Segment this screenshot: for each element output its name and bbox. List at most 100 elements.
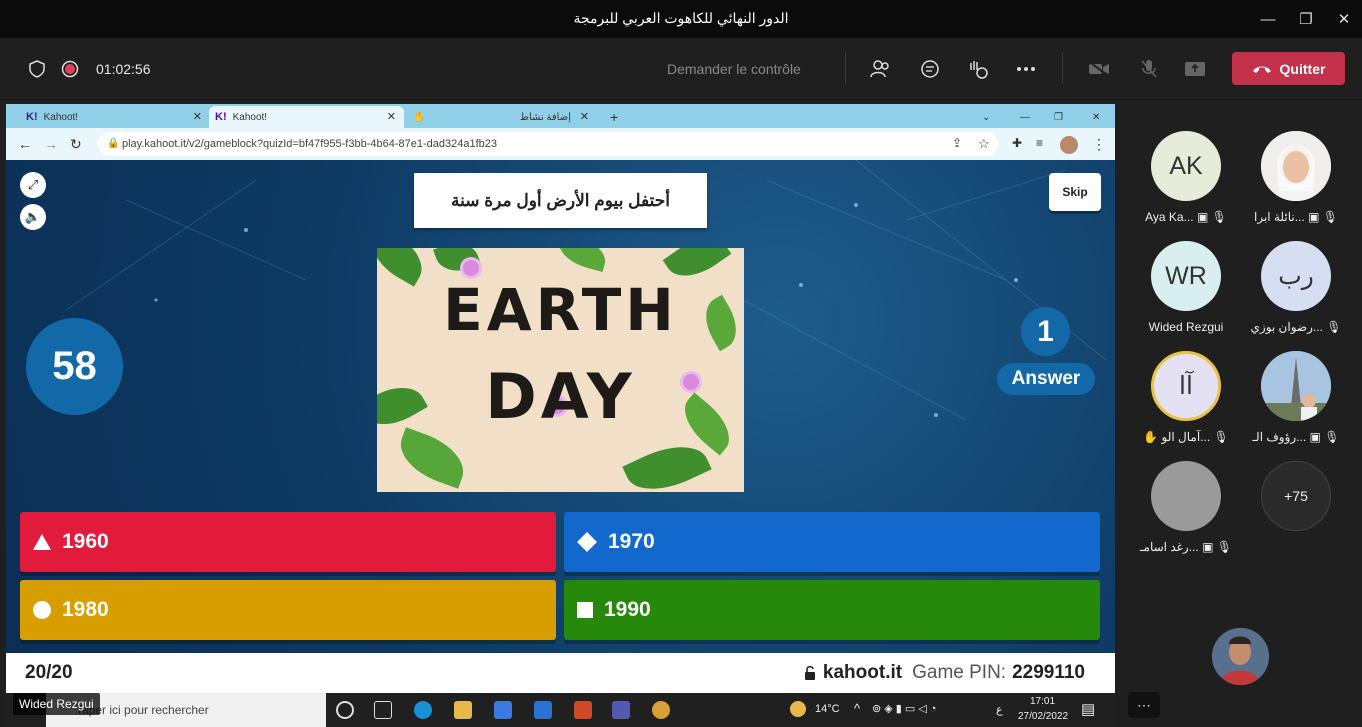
profile-avatar[interactable] (1060, 136, 1078, 154)
game-pin-info: kahoot.it Game PIN: 2299110 (803, 662, 1085, 684)
taskbar-date: 27/02/2022 (1018, 711, 1069, 722)
avatar (1261, 131, 1331, 201)
minimize-icon[interactable]: — (1250, 6, 1286, 32)
kahoot-game-area: ⤢ 🔈 أحتفل بيوم الأرض أول مرة سنة Skip 58… (6, 160, 1115, 693)
avatar: +75 (1261, 461, 1331, 531)
participant-tile[interactable]: رؤوف الـ... ▣ 🎙 (1241, 351, 1351, 461)
back-icon[interactable]: ← (18, 136, 32, 152)
participant-tile[interactable]: رغد اسامـ... ▣ 🎙 (1131, 461, 1241, 571)
answer-option-4[interactable]: 1990 (564, 580, 1100, 640)
new-tab-icon[interactable]: + (604, 106, 618, 128)
fullscreen-icon[interactable]: ⤢ (20, 172, 46, 198)
close-tab-icon[interactable]: ✕ (387, 110, 396, 123)
participant-tile[interactable]: WR Wided Rezgui (1131, 241, 1241, 351)
chrome-icon[interactable] (652, 701, 670, 719)
extensions-icon[interactable]: ✚ (1012, 136, 1022, 150)
participant-tile[interactable]: AK Aya Ka... ▣ 🎙 (1131, 131, 1241, 241)
shield-icon[interactable] (26, 58, 48, 80)
reload-icon[interactable]: ↻ (70, 136, 82, 153)
cortana-icon[interactable] (336, 701, 354, 719)
request-control-button[interactable]: Demander le contrôle (667, 61, 801, 77)
window-titlebar: الدور النهائي للكاهوت العربي للبرمجة — ❐… (0, 0, 1362, 38)
reading-list-icon[interactable]: ≡ (1036, 136, 1043, 150)
edge-icon[interactable] (414, 701, 432, 719)
share-page-icon[interactable]: ⇪ (952, 136, 962, 150)
participants-panel: نائلة ابرا... ▣ 🎙 AK Aya Ka... ▣ 🎙 رب رض… (1120, 100, 1362, 690)
task-view-icon[interactable] (374, 701, 392, 719)
office-icon[interactable] (574, 701, 592, 719)
share-screen-icon[interactable] (1184, 58, 1206, 80)
close-tab-icon[interactable]: ✕ (580, 110, 589, 123)
mic-off-icon[interactable] (1138, 58, 1160, 80)
tab-label: Kahoot! (232, 111, 268, 123)
participant-name: رؤوف الـ... ▣ 🎙 (1252, 430, 1340, 444)
meeting-toolbar: 01:02:56 Demander le contrôle Quitter (0, 38, 1362, 100)
answer-option-3[interactable]: 1980 (20, 580, 556, 640)
circle-icon (33, 601, 51, 619)
tab-search-icon[interactable]: ⌄ (976, 106, 990, 128)
answer-text: 1980 (62, 598, 109, 621)
leave-meeting-label: Quitter (1279, 60, 1326, 77)
reactions-icon[interactable] (967, 58, 989, 80)
participant-tile[interactable]: آا ✋ آمال الو... 🎙 (1131, 351, 1241, 461)
bookmark-star-icon[interactable]: ☆ (978, 136, 990, 152)
address-bar: ← → ↻ 🔒 play.kahoot.it/v2/gameblock?quiz… (6, 128, 1115, 160)
avatar: آا (1151, 351, 1221, 421)
square-icon (577, 602, 593, 618)
browser-tab-active[interactable]: K! Kahoot! ✕ (209, 106, 404, 128)
participant-name: Wided Rezgui (1148, 320, 1224, 334)
avatar (1261, 351, 1331, 421)
game-footer: 20/20 kahoot.it Game PIN: 2299110 (6, 653, 1115, 693)
more-participants-tile[interactable]: +75 (1241, 461, 1351, 571)
mail-icon[interactable] (534, 701, 552, 719)
answers-label: Answer (997, 363, 1095, 395)
browser-menu-icon[interactable]: ⋮ (1092, 136, 1106, 153)
store-icon[interactable] (494, 701, 512, 719)
toolbar-divider (845, 52, 846, 84)
participant-tile[interactable]: رب رضوان بوزي... 🎙 (1241, 241, 1351, 351)
forward-icon[interactable]: → (44, 136, 58, 152)
close-tab-icon[interactable]: ✕ (193, 110, 202, 123)
url-input[interactable]: 🔒 play.kahoot.it/v2/gameblock?quizId=bf4… (98, 132, 998, 156)
windows-taskbar: Taper ici pour rechercher 14°C ^ ⊚ ◈ ▮ ▭… (6, 693, 1115, 727)
handshake-favicon-icon: ✋ (413, 111, 426, 123)
phone-hangup-icon (1252, 66, 1271, 73)
game-pin-label: Game PIN: (912, 662, 1007, 683)
toolbar-divider (1062, 52, 1063, 84)
input-language[interactable]: ع (996, 703, 1003, 716)
participant-tile[interactable]: نائلة ابرا... ▣ 🎙 (1241, 131, 1351, 241)
participants-icon[interactable] (870, 58, 892, 80)
teams-icon[interactable] (612, 701, 630, 719)
browser-minimize-icon[interactable]: — (1014, 106, 1030, 128)
tray-chevron-icon[interactable]: ^ (854, 701, 860, 716)
browser-tab[interactable]: ✋ إضافة نشاط ✕ (407, 106, 597, 128)
url-text: play.kahoot.it/v2/gameblock?quizId=bf47f… (122, 138, 497, 150)
volume-icon[interactable]: 🔈 (20, 204, 46, 230)
leave-meeting-button[interactable]: Quitter (1232, 52, 1345, 85)
answer-option-1[interactable]: 1960 (20, 512, 556, 572)
tab-label: إضافة نشاط (519, 111, 571, 123)
tray-icons[interactable]: ⊚ ◈ ▮ ▭ ◁ ◔ (872, 702, 937, 715)
meeting-timer: 01:02:56 (96, 61, 151, 77)
skip-button[interactable]: Skip (1049, 173, 1101, 211)
triangle-icon (33, 534, 51, 550)
raised-hand-icon: ✋ (1143, 430, 1159, 444)
maximize-icon[interactable]: ❐ (1288, 6, 1324, 32)
browser-close-icon[interactable]: ✕ (1086, 106, 1100, 128)
browser-tab[interactable]: K! Kahoot! ✕ (20, 106, 210, 128)
more-options-icon[interactable] (1015, 58, 1037, 80)
file-explorer-icon[interactable] (454, 701, 472, 719)
taskbar-time: 17:01 (1030, 696, 1056, 707)
camera-off-icon[interactable] (1088, 58, 1110, 80)
taskbar-more-icon[interactable]: ⋯ (1128, 692, 1160, 718)
browser-restore-icon[interactable]: ❐ (1048, 106, 1063, 128)
weather-temperature: 14°C (815, 703, 840, 715)
answer-option-2[interactable]: 1970 (564, 512, 1100, 572)
recording-icon (59, 58, 81, 80)
answer-text: 1960 (62, 530, 109, 553)
notifications-icon[interactable]: ▤ (1081, 700, 1095, 718)
close-icon[interactable]: ✕ (1326, 6, 1362, 32)
question-image: EARTH DAY (377, 248, 744, 492)
chat-icon[interactable] (919, 58, 941, 80)
question-counter: 20/20 (25, 662, 73, 683)
